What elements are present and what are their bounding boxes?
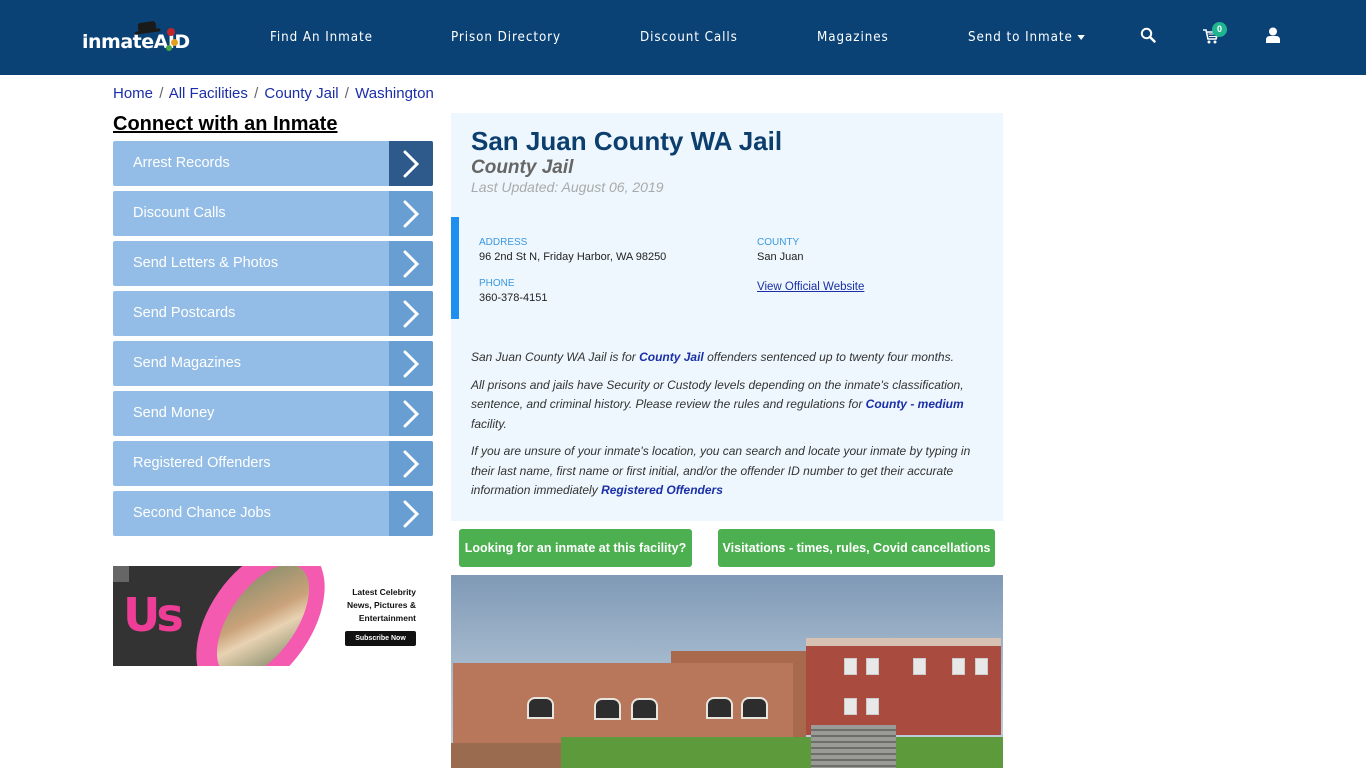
description-text: offenders sentenced up to twenty four mo…: [703, 350, 954, 364]
sidebar-item-label: Arrest Records: [133, 155, 230, 171]
window: [866, 698, 879, 715]
county-label: COUNTY: [757, 237, 800, 248]
logo-decoration-icon: [167, 28, 175, 36]
description-paragraph: If you are unsure of your inmate's locat…: [471, 442, 981, 501]
sidebar-item-label: Send Letters & Photos: [133, 255, 279, 271]
window: [594, 698, 621, 720]
description-text: San Juan County WA Jail is for: [471, 350, 640, 364]
chevron-right-icon: [389, 341, 433, 386]
top-navbar: inmateAID Find An Inmate Prison Director…: [0, 0, 1366, 75]
logo-decoration-icon: [166, 45, 172, 51]
facility-type: County Jail: [471, 157, 574, 178]
facility-photo: [451, 575, 1003, 768]
stairs: [811, 725, 896, 768]
chevron-right-icon: [389, 441, 433, 486]
chevron-right-icon: [389, 391, 433, 436]
sidebar-item-registered-offenders[interactable]: Registered Offenders: [113, 441, 433, 486]
caret-down-icon: [1077, 35, 1085, 40]
sidebar-item-label: Registered Offenders: [133, 455, 271, 471]
official-website-link[interactable]: View Official Website: [757, 281, 864, 293]
window: [527, 697, 554, 719]
facility-description: San Juan County WA Jail is for County Ja…: [471, 348, 981, 509]
sidebar-item-second-chance-jobs[interactable]: Second Chance Jobs: [113, 491, 433, 536]
breadcrumb-separator: /: [254, 85, 259, 102]
sidebar-item-arrest-records[interactable]: Arrest Records: [113, 141, 433, 186]
sidebar-item-label: Send Postcards: [133, 305, 236, 321]
search-icon[interactable]: [1140, 27, 1158, 45]
visitations-button[interactable]: Visitations - times, rules, Covid cancel…: [718, 529, 995, 567]
nav-prison-directory[interactable]: Prison Directory: [451, 30, 561, 45]
phone-label: PHONE: [479, 278, 515, 289]
logo-decoration-icon: [171, 39, 178, 46]
nav-discount-calls[interactable]: Discount Calls: [640, 30, 738, 45]
inmateaid-logo[interactable]: inmateAID: [82, 20, 190, 56]
description-text: facility.: [471, 416, 507, 431]
registered-offenders-link[interactable]: Registered Offenders: [601, 483, 723, 497]
chevron-right-icon: [389, 191, 433, 236]
ad-headline-line: Entertainment: [358, 613, 416, 623]
last-updated: Last Updated: August 06, 2019: [471, 179, 664, 195]
ad-brand-logo: Us: [123, 588, 184, 642]
window: [866, 658, 879, 675]
ad-subscribe-button[interactable]: Subscribe Now: [345, 631, 416, 646]
ad-headline: Latest Celebrity News, Pictures & Entert…: [316, 586, 416, 625]
sidebar-title: Connect with an Inmate: [113, 113, 338, 135]
breadcrumb-county-jail[interactable]: County Jail: [264, 85, 338, 102]
cart-count-badge: 0: [1212, 22, 1227, 37]
sidebar-item-label: Send Magazines: [133, 355, 242, 371]
county-medium-link[interactable]: County - medium: [866, 397, 964, 411]
sidebar-menu: Arrest Records Discount Calls Send Lette…: [113, 141, 433, 541]
breadcrumb-home[interactable]: Home: [113, 85, 153, 102]
breadcrumb-separator: /: [159, 85, 164, 102]
county-jail-link[interactable]: County Jail: [639, 350, 704, 364]
facility-title: San Juan County WA Jail: [471, 126, 783, 156]
address-value: 96 2nd St N, Friday Harbor, WA 98250: [479, 251, 667, 263]
nav-send-to-inmate[interactable]: Send to Inmate: [968, 30, 1085, 45]
find-inmate-at-facility-button[interactable]: Looking for an inmate at this facility?: [459, 529, 692, 567]
sidebar-item-discount-calls[interactable]: Discount Calls: [113, 191, 433, 236]
building-section: [806, 640, 1001, 735]
window: [913, 658, 926, 675]
sidebar-item-label: Second Chance Jobs: [133, 505, 271, 521]
window: [631, 698, 658, 720]
chevron-right-icon: [389, 491, 433, 536]
building-roof: [806, 638, 1001, 646]
ad-corner: [113, 566, 129, 582]
sidebar-item-send-magazines[interactable]: Send Magazines: [113, 341, 433, 386]
us-weekly-ad-banner[interactable]: Us Latest Celebrity News, Pictures & Ent…: [113, 566, 420, 666]
facility-panel: San Juan County WA Jail County Jail Last…: [451, 113, 1003, 521]
ad-headline-line: Latest Celebrity: [352, 587, 416, 597]
description-paragraph: San Juan County WA Jail is for County Ja…: [471, 348, 981, 368]
window: [706, 697, 733, 719]
nav-magazines[interactable]: Magazines: [817, 30, 889, 45]
ad-headline-line: News, Pictures &: [347, 600, 416, 610]
breadcrumb: Home / All Facilities / County Jail / Wa…: [113, 85, 434, 102]
sidebar-item-send-money[interactable]: Send Money: [113, 391, 433, 436]
phone-value: 360-378-4151: [479, 292, 548, 304]
chevron-right-icon: [389, 241, 433, 286]
graduation-hat-icon: [137, 20, 157, 34]
chevron-right-icon: [389, 141, 433, 186]
sidebar-item-label: Send Money: [133, 405, 215, 421]
description-paragraph: All prisons and jails have Security or C…: [471, 376, 981, 435]
sidebar-item-send-postcards[interactable]: Send Postcards: [113, 291, 433, 336]
window: [844, 658, 857, 675]
county-value: San Juan: [757, 251, 804, 263]
window: [741, 697, 768, 719]
user-account-icon[interactable]: [1266, 27, 1284, 45]
address-label: ADDRESS: [479, 237, 528, 248]
window: [975, 658, 988, 675]
window: [844, 698, 857, 715]
nav-find-an-inmate[interactable]: Find An Inmate: [270, 30, 373, 45]
breadcrumb-all-facilities[interactable]: All Facilities: [169, 85, 248, 102]
breadcrumb-washington[interactable]: Washington: [355, 85, 434, 102]
sidebar-item-send-letters-photos[interactable]: Send Letters & Photos: [113, 241, 433, 286]
nav-send-to-inmate-label: Send to Inmate: [968, 30, 1073, 45]
facility-info-box: ADDRESS 96 2nd St N, Friday Harbor, WA 9…: [451, 217, 1003, 319]
chevron-right-icon: [389, 291, 433, 336]
window: [952, 658, 965, 675]
lawn: [561, 737, 1003, 768]
breadcrumb-separator: /: [344, 85, 349, 102]
sidebar-item-label: Discount Calls: [133, 205, 226, 221]
